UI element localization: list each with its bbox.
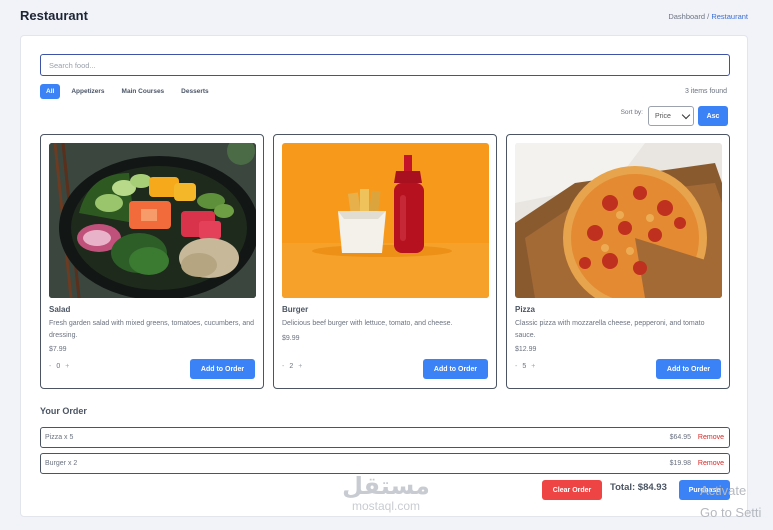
- quantity-stepper: - 5 +: [515, 363, 535, 370]
- order-item-row: Pizza x 5 $64.95 Remove: [40, 427, 730, 448]
- activation-line-1: Activate: [700, 483, 747, 498]
- sort-direction-button[interactable]: Asc: [698, 106, 728, 126]
- breadcrumb-current: Restaurant: [711, 12, 748, 21]
- product-card-pizza: Pizza Classic pizza with mozzarella chee…: [506, 134, 730, 389]
- clear-order-button[interactable]: Clear Order: [542, 480, 602, 500]
- remove-item-link[interactable]: Remove: [698, 460, 724, 467]
- items-found-count: 3 items found: [684, 88, 727, 95]
- quantity-value: 2: [289, 363, 294, 370]
- salad-image: [49, 143, 256, 298]
- product-description: Classic pizza with mozzarella cheese, pe…: [515, 320, 705, 339]
- pizza-image: [515, 143, 722, 298]
- sort-label: Sort by:: [620, 108, 643, 116]
- top-bar: Restaurant Dashboard / Restaurant: [0, 0, 773, 34]
- sort-controls: Sort by: Price Asc: [621, 106, 728, 126]
- order-item-amount: $64.95: [669, 434, 691, 441]
- decrease-quantity-button[interactable]: -: [282, 363, 284, 370]
- filter-appetizers[interactable]: Appetizers: [65, 84, 110, 99]
- increase-quantity-button[interactable]: +: [531, 363, 535, 370]
- product-price: $9.99: [282, 335, 300, 342]
- watermark-arabic: مستقل: [342, 473, 430, 500]
- breadcrumb-separator: /: [707, 12, 710, 21]
- category-filters: All Appetizers Main Courses Desserts: [40, 84, 215, 99]
- order-item-label: Pizza x 5: [45, 434, 74, 441]
- decrease-quantity-button[interactable]: -: [515, 363, 517, 370]
- product-name: Burger: [282, 305, 309, 314]
- watermark-latin: mostaql.com: [351, 499, 421, 513]
- product-card-salad: Salad Fresh garden salad with mixed gree…: [40, 134, 264, 389]
- order-section-title: Your Order: [40, 406, 87, 416]
- filter-main-courses[interactable]: Main Courses: [116, 84, 171, 99]
- restaurant-card: All Appetizers Main Courses Desserts 3 i…: [20, 35, 748, 517]
- sort-selected-value: Price: [655, 112, 671, 120]
- increase-quantity-button[interactable]: +: [298, 363, 302, 370]
- mostaql-watermark: مستقل mostaql.com: [336, 473, 436, 513]
- quantity-value: 5: [522, 363, 527, 370]
- order-item-amount: $19.98: [669, 460, 691, 467]
- product-name: Salad: [49, 305, 71, 314]
- remove-item-link[interactable]: Remove: [698, 434, 724, 441]
- activation-line-2: Go to Setti: [700, 505, 762, 520]
- search-input[interactable]: [40, 54, 730, 76]
- sort-select[interactable]: Price: [648, 106, 694, 126]
- quantity-stepper: - 2 +: [282, 363, 302, 370]
- add-to-order-button[interactable]: Add to Order: [656, 359, 721, 379]
- breadcrumb-home[interactable]: Dashboard: [668, 12, 705, 21]
- filter-all[interactable]: All: [40, 84, 61, 99]
- order-total: Total: $84.93: [610, 482, 667, 493]
- burger-image: [282, 143, 489, 298]
- add-to-order-button[interactable]: Add to Order: [423, 359, 488, 379]
- product-price: $12.99: [515, 346, 537, 353]
- product-description: Delicious beef burger with lettuce, toma…: [282, 320, 453, 327]
- quantity-value: 0: [56, 363, 61, 370]
- product-grid: Salad Fresh garden salad with mixed gree…: [40, 134, 730, 389]
- product-name: Pizza: [515, 305, 536, 314]
- product-description: Fresh garden salad with mixed greens, to…: [49, 320, 255, 339]
- windows-activation-overlay: Activate Go to Setti: [700, 480, 761, 524]
- filter-desserts[interactable]: Desserts: [175, 84, 214, 99]
- breadcrumb: Dashboard / Restaurant: [668, 12, 748, 21]
- page-title: Restaurant: [20, 8, 88, 23]
- product-card-burger: Burger Delicious beef burger with lettuc…: [273, 134, 497, 389]
- increase-quantity-button[interactable]: +: [65, 363, 69, 370]
- decrease-quantity-button[interactable]: -: [49, 363, 51, 370]
- order-item-row: Burger x 2 $19.98 Remove: [40, 453, 730, 474]
- product-price: $7.99: [49, 346, 67, 353]
- chevron-down-icon: [681, 110, 691, 119]
- quantity-stepper: - 0 +: [49, 363, 69, 370]
- add-to-order-button[interactable]: Add to Order: [190, 359, 255, 379]
- order-item-label: Burger x 2: [45, 460, 78, 467]
